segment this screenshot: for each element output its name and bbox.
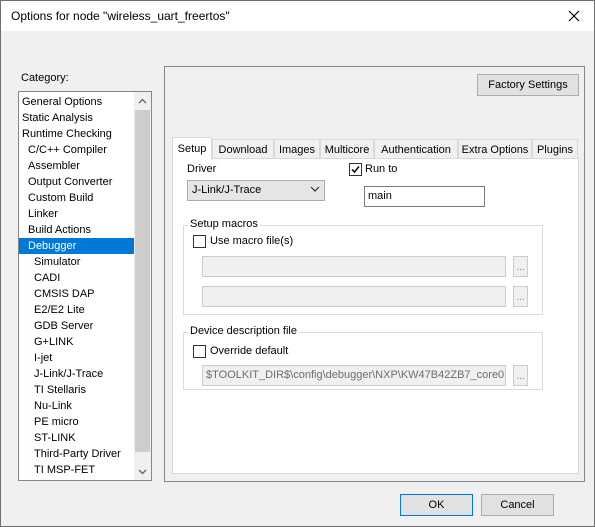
close-button[interactable] — [554, 1, 594, 31]
cancel-button[interactable]: Cancel — [481, 494, 554, 516]
category-list[interactable]: General Options Static Analysis Runtime Ch… — [18, 91, 152, 481]
category-item-linker[interactable]: Linker — [19, 206, 135, 222]
setup-macros-title: Setup macros — [188, 218, 260, 230]
tab-authentication[interactable]: Authentication — [374, 139, 458, 159]
category-label: Category: — [21, 72, 69, 84]
browse-device-description-button: ... — [513, 365, 528, 386]
tab-multicore[interactable]: Multicore — [320, 139, 374, 159]
run-to-input[interactable]: main — [364, 186, 485, 207]
device-description-title: Device description file — [188, 325, 299, 337]
category-item-general-options[interactable]: General Options — [19, 94, 135, 110]
browse-macro-2-button: ... — [513, 286, 528, 307]
override-default-checkbox[interactable] — [193, 345, 206, 358]
setup-tab-content: Driver J-Link/J-Trace Run to main Setup … — [172, 158, 579, 474]
chevron-down-icon — [310, 186, 320, 192]
window-title: Options for node "wireless_uart_freertos… — [11, 9, 230, 23]
category-item-nu-link[interactable]: Nu-Link — [19, 398, 135, 414]
category-item-e2-e2-lite[interactable]: E2/E2 Lite — [19, 302, 135, 318]
driver-select[interactable]: J-Link/J-Trace — [187, 180, 325, 201]
options-dialog: Options for node "wireless_uart_freertos… — [0, 0, 595, 527]
run-to-value: main — [368, 190, 392, 202]
run-to-label: Run to — [365, 163, 398, 175]
category-item-i-jet[interactable]: I-jet — [19, 350, 135, 366]
category-item-runtime-checking[interactable]: Runtime Checking — [19, 126, 135, 142]
category-item-gdb-server[interactable]: GDB Server — [19, 318, 135, 334]
setup-macros-group: Setup macros Use macro file(s) ... ... — [183, 218, 543, 315]
tab-download[interactable]: Download — [212, 139, 274, 159]
category-item-j-link-j-trace[interactable]: J-Link/J-Trace — [19, 366, 135, 382]
category-item-build-actions[interactable]: Build Actions — [19, 222, 135, 238]
category-item-c-c-compiler[interactable]: C/C++ Compiler — [19, 142, 135, 158]
factory-settings-button[interactable]: Factory Settings — [477, 74, 579, 96]
run-to-checkbox[interactable] — [349, 163, 362, 176]
driver-label: Driver — [187, 163, 217, 175]
device-description-path: $TOOLKIT_DIR$\config\debugger\NXP\KW47B4… — [206, 369, 504, 381]
use-macro-checkbox[interactable] — [193, 235, 206, 248]
tab-bar: Setup Download Images Multicore Authenti… — [172, 137, 580, 160]
tab-setup[interactable]: Setup — [172, 137, 212, 160]
category-item-ti-msp-fet[interactable]: TI MSP-FET — [19, 462, 135, 478]
device-description-input: $TOOLKIT_DIR$\config\debugger\NXP\KW47B4… — [202, 365, 506, 386]
scroll-down-button[interactable] — [134, 463, 151, 480]
chevron-up-icon — [138, 98, 147, 103]
browse-macro-1-button: ... — [513, 256, 528, 277]
driver-value: J-Link/J-Trace — [192, 184, 262, 196]
category-item-st-link[interactable]: ST-LINK — [19, 430, 135, 446]
title-bar: Options for node "wireless_uart_freertos… — [1, 1, 594, 31]
category-item-custom-build[interactable]: Custom Build — [19, 190, 135, 206]
category-item-pe-micro[interactable]: PE micro — [19, 414, 135, 430]
category-item-cmsis-dap[interactable]: CMSIS DAP — [19, 286, 135, 302]
category-item-ti-stellaris[interactable]: TI Stellaris — [19, 382, 135, 398]
category-item-output-converter[interactable]: Output Converter — [19, 174, 135, 190]
category-item-static-analysis[interactable]: Static Analysis — [19, 110, 135, 126]
tab-images[interactable]: Images — [274, 139, 320, 159]
ok-button[interactable]: OK — [400, 494, 473, 516]
tab-extra-options[interactable]: Extra Options — [458, 139, 532, 159]
scroll-up-button[interactable] — [134, 92, 151, 109]
category-item-cadi[interactable]: CADI — [19, 270, 135, 286]
options-panel: Factory Settings Setup Download Images M… — [164, 66, 585, 482]
category-item-debugger[interactable]: Debugger — [19, 238, 135, 254]
scroll-thumb[interactable] — [135, 110, 150, 452]
tab-plugins[interactable]: Plugins — [532, 139, 578, 159]
category-item-g-link[interactable]: G+LINK — [19, 334, 135, 350]
macro-file-input-1 — [202, 256, 506, 277]
category-item-simulator[interactable]: Simulator — [19, 254, 135, 270]
override-default-label: Override default — [210, 345, 289, 357]
category-scrollbar[interactable] — [134, 92, 151, 480]
close-icon — [568, 10, 580, 22]
device-description-group: Device description file Override default… — [183, 325, 543, 390]
macro-file-input-2 — [202, 286, 506, 307]
use-macro-label: Use macro file(s) — [210, 235, 294, 247]
category-items: General Options Static Analysis Runtime Ch… — [19, 94, 135, 478]
category-item-third-party-driver[interactable]: Third-Party Driver — [19, 446, 135, 462]
category-item-assembler[interactable]: Assembler — [19, 158, 135, 174]
checkmark-icon — [351, 166, 360, 174]
chevron-down-icon — [138, 469, 147, 474]
